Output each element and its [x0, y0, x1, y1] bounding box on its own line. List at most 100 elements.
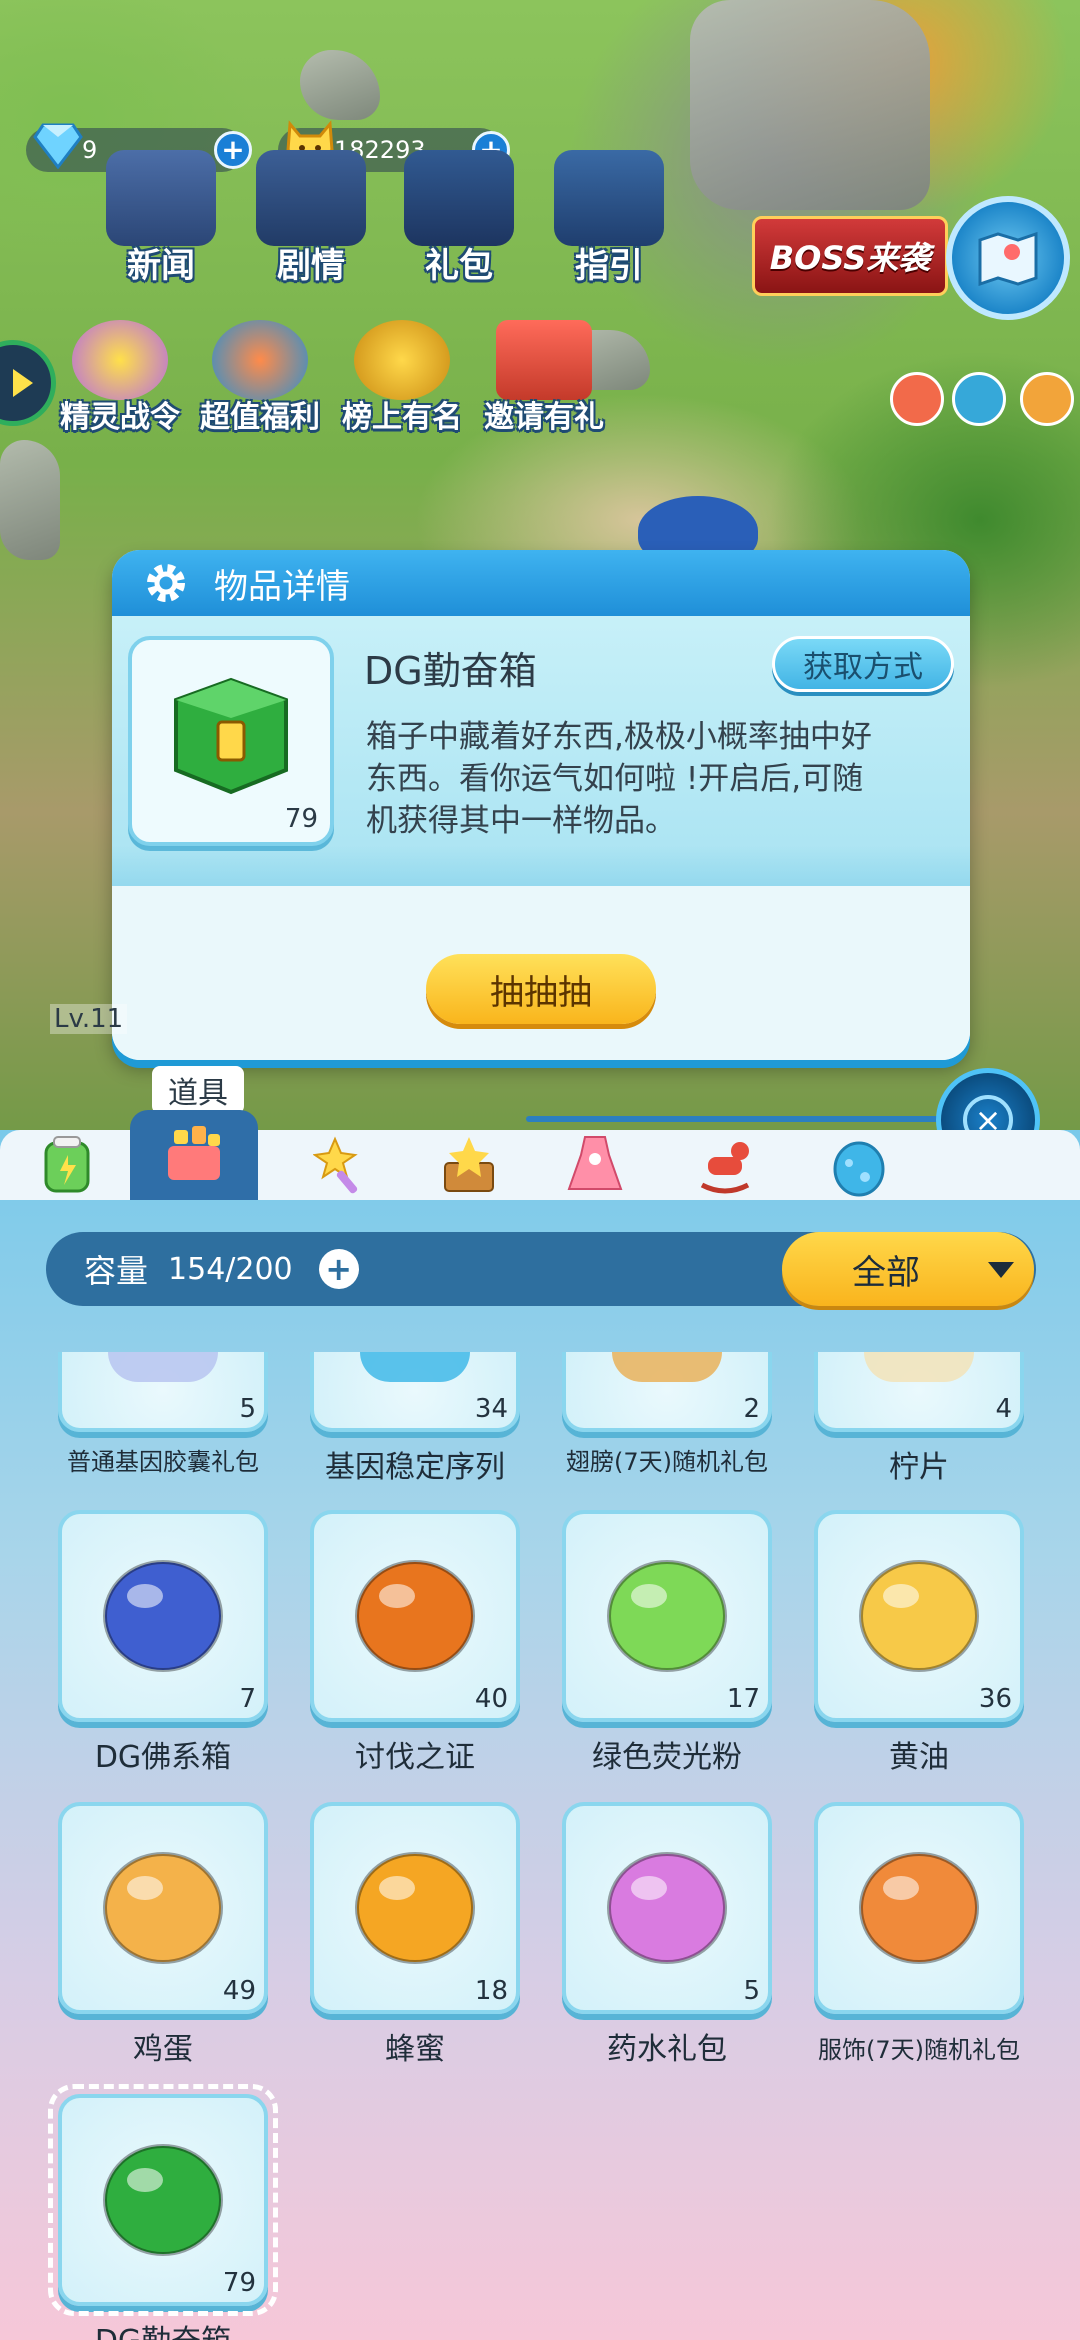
item-count: 79: [284, 804, 318, 834]
inventory-slot[interactable]: 5 药水礼包: [562, 1802, 772, 2067]
news-button[interactable]: 新闻: [96, 150, 226, 287]
dialog-title: 物品详情: [214, 566, 350, 607]
item-quantity: 5: [239, 1394, 256, 1424]
item-quantity: 2: [743, 1394, 760, 1424]
inventory-slot[interactable]: 36 黄油: [814, 1510, 1024, 1775]
filter-dropdown[interactable]: 全部: [782, 1232, 1034, 1306]
honeycomb-icon: [335, 1822, 495, 1982]
item-quantity: 40: [474, 1684, 508, 1714]
tab-tooltip: 道具: [152, 1066, 244, 1118]
item-name-label: 鸡蛋: [133, 2032, 193, 2067]
selected-slot-highlight: [48, 2084, 278, 2316]
item-quantity: 4: [995, 1394, 1012, 1424]
inventory-slot[interactable]: 40 讨伐之证: [310, 1510, 520, 1775]
item-name-label: 黄油: [889, 1740, 949, 1775]
wave-decoration: [112, 846, 970, 886]
dialog-info-panel: 79 DG勤奋箱 获取方式 箱子中藏着好东西,极极小概率抽中好东西。看你运气如何…: [112, 616, 970, 886]
battery-icon: [44, 1136, 90, 1193]
item-quantity: 34: [474, 1394, 508, 1424]
green-chest-icon: [174, 677, 288, 795]
spirit-pass-label: 精灵战令: [60, 400, 180, 435]
gear-icon: [147, 564, 185, 602]
inventory-slot[interactable]: 4 柠片: [814, 1352, 1024, 1485]
gene-sequence-icon: [360, 1352, 470, 1382]
inventory-slot[interactable]: 49 鸡蛋: [58, 1802, 268, 2067]
tab-items[interactable]: [130, 1110, 258, 1200]
cheese-icon: [839, 1530, 999, 1690]
tab-star-box[interactable]: [414, 1130, 524, 1200]
diamond-icon: [30, 118, 86, 174]
item-quantity: 18: [474, 1976, 508, 2006]
inventory-slot[interactable]: 18 蜂蜜: [310, 1802, 520, 2067]
leaderboard-button[interactable]: 榜上有名: [332, 320, 472, 436]
fire-eye-icon: [335, 1530, 495, 1690]
item-quantity: 5: [743, 1976, 760, 2006]
inventory-slot[interactable]: 2 翅膀(7天)随机礼包: [562, 1352, 772, 1476]
map-button[interactable]: [946, 196, 1070, 320]
rock-decoration: [690, 0, 930, 210]
guide-button[interactable]: 指引: [544, 150, 674, 287]
news-label: 新闻: [127, 246, 195, 286]
progress-line: [526, 1116, 946, 1122]
item-name-label: DG佛系箱: [94, 1740, 232, 1775]
item-name-label: 普通基因胶囊礼包: [67, 1448, 259, 1476]
item-quantity: 7: [239, 1684, 256, 1714]
story-button[interactable]: 剧情: [246, 150, 376, 287]
tab-wand[interactable]: [290, 1130, 400, 1200]
green-powder-bowl-icon: [587, 1530, 747, 1690]
map-icon: [978, 231, 1038, 286]
item-name-label: 绿色荧光粉: [592, 1740, 742, 1775]
expand-capacity-button[interactable]: +: [318, 1249, 359, 1289]
list-menu-icon[interactable]: [1020, 372, 1074, 426]
filter-label: 全部: [852, 1252, 920, 1293]
dress-icon: [567, 1136, 623, 1190]
spirit-pass-icon: [72, 320, 168, 400]
item-name-label: 讨伐之证: [355, 1740, 475, 1775]
news-monitor-icon: [106, 150, 216, 246]
invite-reward-label: 邀请有礼: [484, 400, 604, 435]
guide-label: 指引: [575, 246, 643, 286]
tab-battery[interactable]: [12, 1130, 122, 1200]
blue-egg-icon: [833, 1141, 885, 1197]
story-label: 剧情: [277, 246, 345, 286]
star-box-icon: [444, 1137, 494, 1192]
egg-icon: [83, 1822, 243, 1982]
value-welfare-label: 超值福利: [200, 400, 320, 435]
inventory-slot[interactable]: 7 DG佛系箱: [58, 1510, 268, 1775]
inventory-slot[interactable]: 34 基因稳定序列: [310, 1352, 520, 1485]
blue-chest-icon: [83, 1530, 243, 1690]
item-name-label: 基因稳定序列: [325, 1450, 505, 1485]
item-name-label: 柠片: [889, 1450, 949, 1485]
tab-egg[interactable]: [804, 1130, 914, 1200]
wing-gift-icon: [612, 1352, 722, 1382]
obtain-method-button[interactable]: 获取方式: [772, 636, 954, 692]
story-machine-icon: [256, 150, 366, 246]
item-name-label: 蜂蜜: [385, 2032, 445, 2067]
item-name-label: 药水礼包: [607, 2032, 727, 2067]
trophy-icon: [354, 320, 450, 400]
inventory-slot[interactable]: 5 普通基因胶囊礼包: [58, 1352, 268, 1476]
gift-pack-label: 礼包: [425, 246, 493, 286]
friends-icon[interactable]: [952, 372, 1006, 426]
invite-reward-button[interactable]: 邀请有礼: [474, 320, 614, 436]
inventory-slot[interactable]: 17 绿色荧光粉: [562, 1510, 772, 1775]
dialog-header: 物品详情: [112, 550, 970, 616]
gene-capsule-gift-icon: [108, 1352, 218, 1382]
inventory-slot[interactable]: 79DG勤奋箱: [48, 2084, 278, 2340]
inventory-slot[interactable]: 服饰(7天)随机礼包: [814, 1802, 1024, 2064]
spirit-pass-button[interactable]: 精灵战令: [50, 320, 190, 436]
rock-decoration: [0, 440, 60, 560]
gift-pack-button[interactable]: 礼包: [394, 150, 524, 287]
value-welfare-button[interactable]: 超值福利: [190, 320, 330, 436]
item-quantity: 49: [222, 1976, 256, 2006]
no-disturb-icon[interactable]: [890, 372, 944, 426]
tab-dress[interactable]: [540, 1130, 650, 1200]
capacity-label: 容量: [84, 1252, 149, 1290]
welfare-gift-icon: [212, 320, 308, 400]
play-icon: [13, 369, 33, 397]
item-name-label: 翅膀(7天)随机礼包: [566, 1448, 768, 1476]
tab-rocking-horse[interactable]: [670, 1130, 780, 1200]
draw-button[interactable]: 抽抽抽: [426, 954, 656, 1024]
gift-box-icon: [404, 150, 514, 246]
boss-incoming-button[interactable]: BOSS来袭: [752, 216, 948, 296]
